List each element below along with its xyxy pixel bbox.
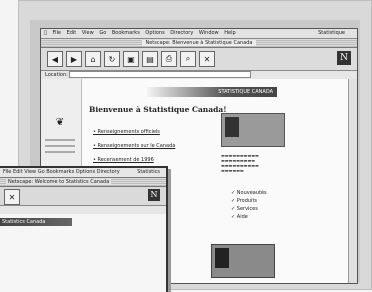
menu-file[interactable]: File xyxy=(53,30,61,36)
menu-bar: File Edit View Go Bookmarks Options Dire… xyxy=(0,168,166,178)
stop-button[interactable]: ✕ xyxy=(199,51,215,67)
browser-window-front: File Edit View Go Bookmarks Options Dire… xyxy=(0,166,168,292)
menu-apple-icon[interactable]:  xyxy=(44,30,47,36)
page-content: Statistics Canada xyxy=(0,214,166,292)
menu-app-name[interactable]: Statistics xyxy=(137,168,160,177)
menu-window[interactable]: Window xyxy=(199,30,219,36)
menu-edit[interactable]: Edit xyxy=(67,30,77,36)
check-item[interactable]: ✓ Produits xyxy=(231,197,267,205)
page-banner: Statistics Canada xyxy=(0,218,72,226)
menu-edit[interactable]: Edit xyxy=(13,169,23,175)
stop-button[interactable]: ✕ xyxy=(4,189,20,205)
window-title: Netscape: Bienvenue à Statistique Canada xyxy=(142,40,256,46)
menu-view[interactable]: View xyxy=(24,169,36,175)
forward-button[interactable]: ▶ xyxy=(66,51,82,67)
page-heading: Bienvenue à Statistique Canada! xyxy=(89,105,227,114)
menu-directory[interactable]: Directory xyxy=(97,169,120,175)
sidebar-divider xyxy=(45,151,75,153)
menu-bookmarks[interactable]: Bookmarks xyxy=(46,169,74,175)
back-button[interactable]: ◀ xyxy=(47,51,63,67)
check-item[interactable]: ✓ Nouveautés xyxy=(231,189,267,197)
link-item[interactable]: Recensement de 1996 xyxy=(93,157,154,163)
location-label: Location: xyxy=(45,72,68,78)
home-button[interactable]: ⌂ xyxy=(85,51,101,67)
menu-go[interactable]: Go xyxy=(99,30,106,36)
menu-go[interactable]: Go xyxy=(38,169,45,175)
canada-emblem-icon: ❦ xyxy=(55,117,65,128)
checklist: ✓ Nouveautés ✓ Produits ✓ Services ✓ Aid… xyxy=(231,189,267,221)
print-button[interactable]: ⎙ xyxy=(161,51,177,67)
open-button[interactable]: ▤ xyxy=(142,51,158,67)
menu-view[interactable]: View xyxy=(82,30,94,36)
vertical-scrollbar[interactable] xyxy=(348,79,357,283)
menu-help[interactable]: Help xyxy=(224,30,235,36)
location-input[interactable] xyxy=(69,71,252,78)
toolbar: ◀ ▶ ⌂ ↻ ▣ ▤ ⎙ ⌕ ✕ N xyxy=(41,48,357,71)
promo-text: ▬▬▬▬▬▬▬▬▬▬ ▬▬▬▬▬▬▬▬▬ ▬▬▬▬▬▬▬▬▬▬ ▬▬▬▬▬▬ xyxy=(221,153,259,173)
sidebar-divider xyxy=(45,139,75,141)
window-title-bar[interactable]: Netscape: Bienvenue à Statistique Canada xyxy=(41,39,357,48)
reload-button[interactable]: ↻ xyxy=(104,51,120,67)
find-button[interactable]: ⌕ xyxy=(180,51,196,67)
promo-image-icon xyxy=(225,117,239,137)
menu-bar:  File Edit View Go Bookmarks Options Di… xyxy=(41,29,357,39)
netscape-logo: N xyxy=(337,51,351,65)
toolbar: ✕ N xyxy=(0,187,166,206)
menu-file[interactable]: File xyxy=(3,169,11,175)
menu-bookmarks[interactable]: Bookmarks xyxy=(112,30,140,36)
image-button[interactable] xyxy=(211,244,275,278)
promo-button[interactable] xyxy=(221,113,285,147)
page-banner: STATISTIQUE CANADA xyxy=(147,87,277,97)
check-item[interactable]: ✓ Aide xyxy=(231,213,267,221)
menu-app-name[interactable]: Statistique xyxy=(318,29,345,38)
window-title: Netscape: Welcome to Statistics Canada xyxy=(6,179,112,185)
link-item[interactable]: Renseignements sur le Canada xyxy=(93,143,176,149)
menu-options[interactable]: Options xyxy=(145,30,164,36)
netscape-logo: N xyxy=(148,189,160,201)
image-button-icon xyxy=(215,248,229,268)
check-item[interactable]: ✓ Services xyxy=(231,205,267,213)
sidebar-divider xyxy=(45,145,75,147)
images-button[interactable]: ▣ xyxy=(123,51,139,67)
window-title-bar[interactable]: Netscape: Welcome to Statistics Canada xyxy=(0,178,166,187)
menu-options[interactable]: Options xyxy=(76,169,95,175)
link-item[interactable]: Renseignements officiels xyxy=(93,129,160,135)
menu-directory[interactable]: Directory xyxy=(170,30,193,36)
